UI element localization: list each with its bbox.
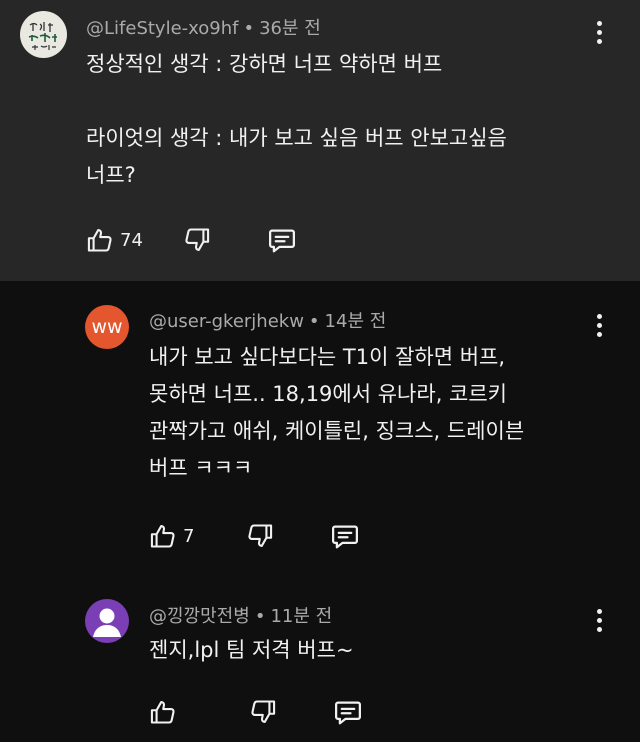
avatar-initials: ww [91, 316, 123, 338]
avatar[interactable] [20, 11, 67, 58]
default-person-icon [93, 608, 121, 637]
thumb-down-icon [183, 226, 211, 254]
reply-icon [333, 697, 363, 727]
comment-line [86, 83, 507, 120]
more-vert-icon[interactable] [589, 17, 609, 47]
thumb-down-icon [249, 698, 277, 726]
like-button[interactable]: 74 [86, 226, 143, 254]
avatar[interactable]: ww [85, 305, 129, 349]
like-button[interactable]: 7 [149, 522, 194, 550]
thumb-up-icon [149, 698, 177, 726]
comment-text: 젠지,lpl 팀 저격 버프~ [149, 632, 354, 669]
reply-button[interactable] [333, 697, 363, 727]
like-button[interactable] [149, 698, 177, 726]
reply-button[interactable] [330, 521, 360, 551]
dislike-button[interactable] [249, 698, 277, 726]
comment-line: 내가 보고 싶다보다는 T1이 잘하면 버프, [149, 345, 506, 369]
reply-icon [267, 225, 297, 255]
comment-meta: @낑깡맛전병 • 11분 전 [149, 602, 332, 628]
author-handle[interactable]: @낑깡맛전병 [149, 606, 250, 627]
comment-actions: 7 [149, 521, 360, 551]
separator-dot: • [308, 311, 320, 332]
timestamp: 14분 전 [324, 311, 387, 332]
comment-line: 정상적인 생각 : 강하면 너프 약하면 버프 [86, 52, 443, 76]
reply-icon [330, 521, 360, 551]
comment-line: 관짝가고 애쉬, 케이틀린, 징크스, 드레이븐 [149, 419, 525, 443]
like-count: 74 [120, 229, 143, 251]
avatar[interactable] [85, 599, 129, 643]
comment-meta: @user-gkerjhekw • 14분 전 [149, 307, 386, 333]
comment-line: 라이엇의 생각 : 내가 보고 싶음 버프 안보고싶음 [86, 126, 507, 150]
reply-button[interactable] [267, 225, 297, 255]
like-count: 7 [183, 525, 195, 547]
thumb-up-icon [86, 226, 114, 254]
calligraphy-avatar-image [28, 22, 57, 50]
comment-top: @LifeStyle-xo9hf • 36분 전 정상적인 생각 : 강하면 너프 … [0, 0, 640, 281]
timestamp: 36분 전 [259, 18, 321, 39]
more-vert-icon[interactable] [589, 605, 609, 635]
comment-line: 버프 ㅋㅋㅋ [149, 456, 253, 480]
more-vert-icon[interactable] [589, 310, 609, 340]
thumb-up-icon [149, 522, 177, 550]
timestamp: 11분 전 [270, 606, 333, 627]
thumb-down-icon [246, 522, 274, 550]
dislike-button[interactable] [183, 226, 211, 254]
comment-line: 못하면 너프.. 18,19에서 유나라, 코르키 [149, 382, 508, 406]
comment-meta: @LifeStyle-xo9hf • 36분 전 [86, 14, 321, 40]
author-handle[interactable]: @user-gkerjhekw [149, 311, 304, 332]
reply-comment: ww @user-gkerjhekw • 14분 전 내가 보고 싶다보다는 T1이… [0, 281, 640, 586]
comment-actions: 74 [86, 225, 297, 255]
separator-dot: • [243, 18, 255, 39]
comment-text: 정상적인 생각 : 강하면 너프 약하면 버프 라이엇의 생각 : 내가 보고 … [86, 46, 507, 194]
author-handle[interactable]: @LifeStyle-xo9hf [86, 18, 238, 39]
reply-comment: @낑깡맛전병 • 11분 전 젠지,lpl 팀 저격 버프~ [0, 586, 640, 742]
separator-dot: • [254, 606, 266, 627]
comment-text: 내가 보고 싶다보다는 T1이 잘하면 버프, 못하면 너프.. 18,19에서… [149, 339, 524, 487]
dislike-button[interactable] [246, 522, 274, 550]
comment-actions [149, 697, 363, 727]
comment-line: 너프? [86, 163, 136, 187]
comment-line: 젠지,lpl 팀 저격 버프~ [149, 638, 354, 662]
